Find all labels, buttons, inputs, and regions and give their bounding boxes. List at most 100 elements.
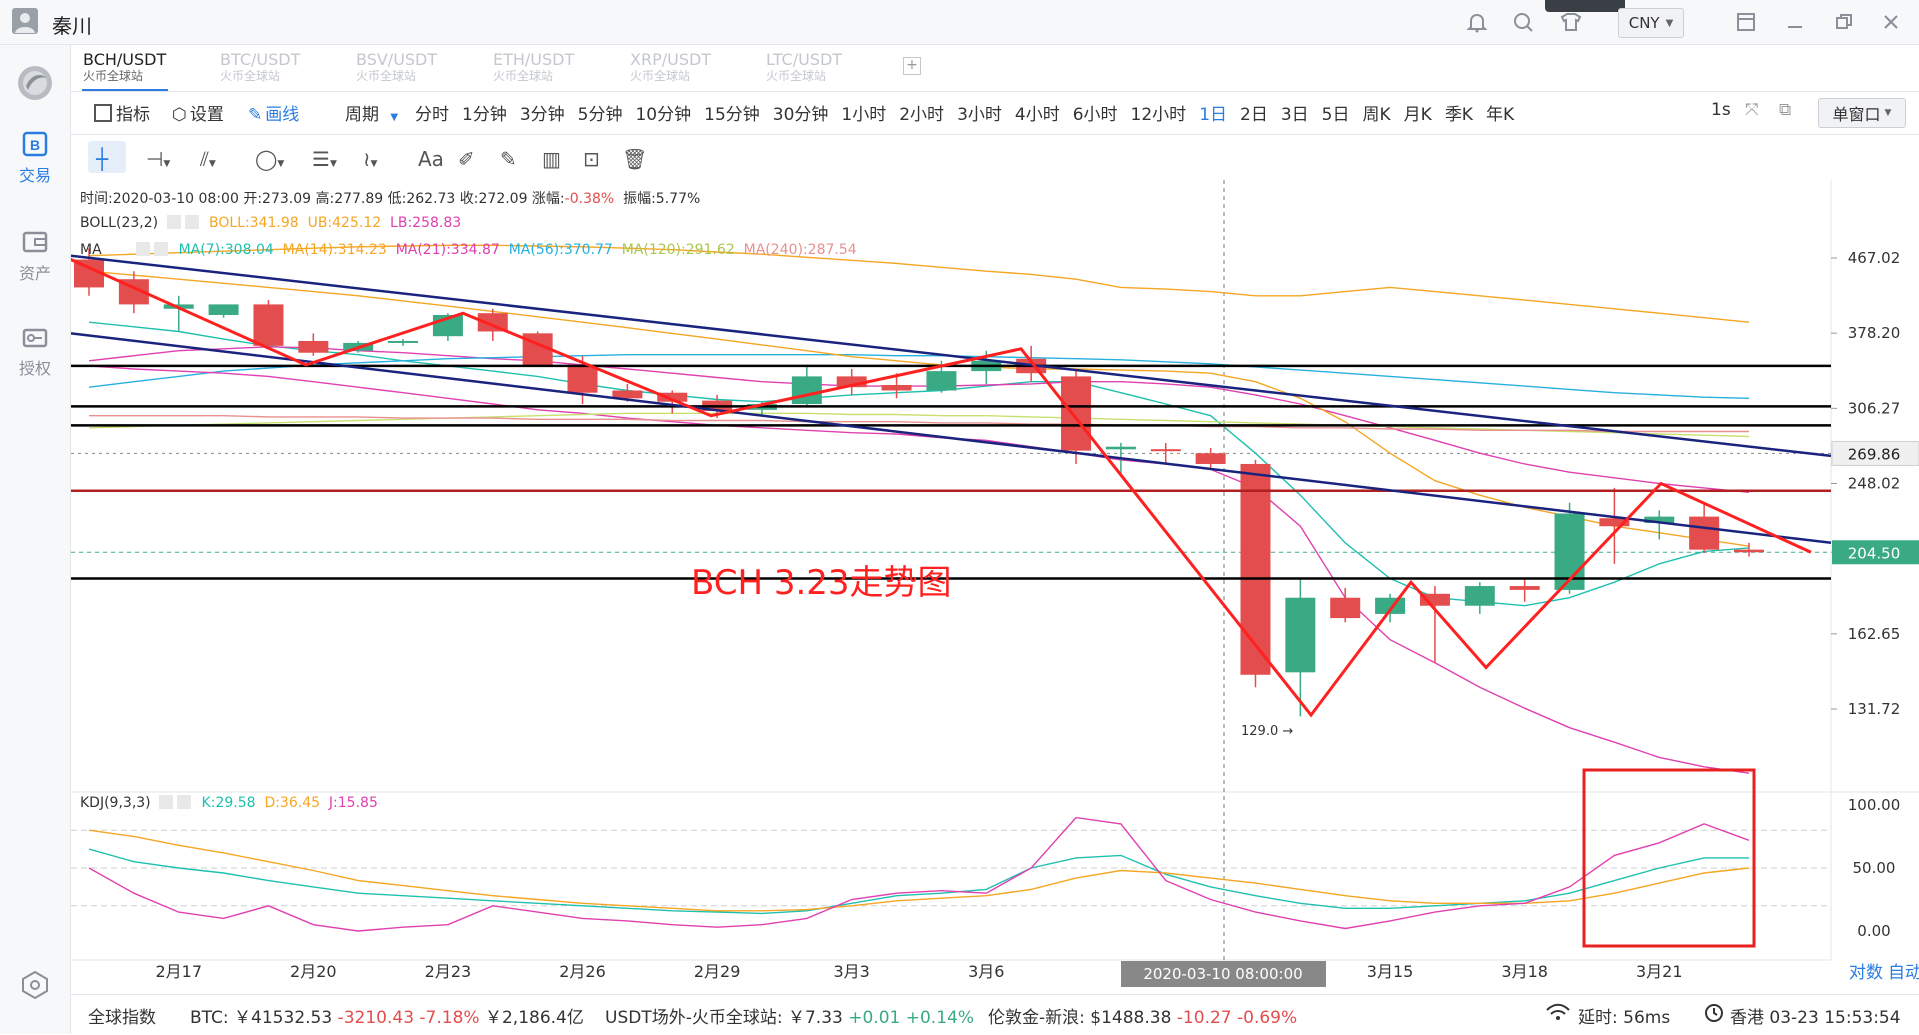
current-marker-label: 269.86 [1848,445,1901,463]
ma120-value: MA(120):291.62 [621,242,735,258]
interval-5[interactable]: 15分钟 [704,105,760,125]
wave-tool-icon[interactable]: ≀▼ [363,147,377,171]
eraser-tool-icon[interactable]: ✎ [500,147,517,171]
global-index-link[interactable]: 全球指数 [88,1003,156,1028]
interval-13[interactable]: 1日 [1199,105,1227,125]
ruler-tool-icon[interactable]: ✐ [458,147,475,171]
x-axis-label: 2月17 [155,962,202,981]
close-icon[interactable] [154,242,169,256]
tab-xrp-usdt[interactable]: XRP/USDT 火币全球站 [630,50,760,84]
sidebar-item-label: 资产 [18,264,51,283]
interval-7[interactable]: 1小时 [841,105,886,125]
window-mode-select[interactable]: 单窗口 ▼ [1818,98,1906,128]
interval-15[interactable]: 3日 [1281,105,1309,125]
interval-11[interactable]: 6小时 [1073,105,1118,125]
fibonacci-tool-icon[interactable]: ☰▼ [312,147,337,171]
interval-6[interactable]: 30分钟 [773,105,829,125]
candle-info: 时间:2020-03-10 08:00 开:273.09 高:277.89 低:… [80,188,700,208]
price-chart[interactable]: BCH 3.23走势图 129.0 → 467.02 378.20 306.27 248.… [71,180,1919,994]
eye-icon[interactable] [159,795,174,809]
interval-19[interactable]: 季K [1445,105,1473,125]
bar-pattern-tool-icon[interactable]: ▥ [542,147,561,171]
sidebar-item-assets[interactable]: 资产 [0,228,70,284]
tab-bsv-usdt[interactable]: BSV/USDT 火币全球站 [356,50,486,84]
sidebar-item-authorize[interactable]: 授权 [0,323,70,379]
btc-change: -3210.43 -7.18% [337,1008,480,1028]
layout-icon[interactable] [1731,7,1761,37]
interval-8[interactable]: 2小时 [899,105,944,125]
series-line-ma21 [88,346,1750,493]
price-tick-label: 467.02 [1848,249,1901,267]
tab-exchange-name: 火币全球站 [493,69,554,83]
circle-tool-icon[interactable]: ◯▼ [255,147,284,171]
interval-1[interactable]: 1分钟 [462,105,507,125]
candle-body [253,304,284,346]
currency-value: CNY [1628,14,1660,32]
gear-icon: ⬡ [172,105,187,125]
key-icon [22,328,48,348]
wallet-icon [22,231,48,253]
kdj-tick-label: 100.00 [1848,796,1901,814]
sidebar-item-trade[interactable]: B 交易 [0,130,70,186]
interval-17[interactable]: 周K [1363,105,1391,125]
popout-icon[interactable]: ⧉ [1779,100,1791,120]
refresh-rate[interactable]: 1s [1711,100,1731,120]
interval-12[interactable]: 12小时 [1131,105,1187,125]
interval-18[interactable]: 月K [1404,105,1432,125]
interval-9[interactable]: 3小时 [957,105,1002,125]
ma14-value: MA(14):314.23 [282,242,387,258]
search-icon[interactable] [1508,7,1538,37]
btc-price: BTC: ￥41532.53 [190,1008,333,1028]
series-line-boll [88,270,1750,547]
user-avatar-icon[interactable] [12,8,38,34]
tab-exchange-name: 火币全球站 [220,69,281,83]
close-icon[interactable] [1876,7,1906,37]
interval-3[interactable]: 5分钟 [578,105,623,125]
interval-20[interactable]: 年K [1486,105,1514,125]
restore-icon[interactable] [1829,7,1859,37]
trash-icon[interactable]: 🗑 [622,147,647,171]
fullscreen-icon[interactable]: ⤧ [1745,100,1759,120]
currency-select[interactable]: CNY ▼ [1618,8,1684,38]
price-tick-label: 162.65 [1848,625,1901,643]
interval-16[interactable]: 5日 [1322,105,1350,125]
interval-0[interactable]: 分时 [415,105,449,125]
tab-bch-usdt[interactable]: BCH/USDT 火币全球站 [83,50,213,84]
close-icon[interactable] [177,795,192,809]
indicator-button[interactable]: 指标 [94,100,150,125]
crosshair-label: 2020-03-10 08:00:00 [1143,965,1302,983]
text-tool-icon[interactable]: Aa [418,147,444,171]
bell-icon[interactable] [1462,7,1492,37]
interval-14[interactable]: 2日 [1240,105,1268,125]
tab-exchange-name: 火币全球站 [630,69,691,83]
tab-btc-usdt[interactable]: BTC/USDT 火币全球站 [220,50,350,84]
interval-10[interactable]: 4小时 [1015,105,1060,125]
ma-info: MA MA(7):308.04 MA(14):314.23 MA(21):334… [80,242,857,258]
x-axis-label: 3月6 [968,962,1004,981]
interval-4[interactable]: 10分钟 [635,105,691,125]
log-scale-toggle[interactable]: 对数 [1849,963,1883,983]
period-dropdown[interactable]: 周期 ▼ [345,100,398,125]
tab-ltc-usdt[interactable]: LTC/USDT 火币全球站 [766,50,896,84]
horizontal-line-tool-icon[interactable]: ⊣▼ [146,147,170,171]
settings-button[interactable]: ⬡ 设置 [172,100,224,125]
lock-tool-icon[interactable]: ⊡ [583,147,600,171]
minimize-icon[interactable] [1780,7,1810,37]
skin-icon[interactable] [1556,7,1586,37]
add-tab-button[interactable]: + [903,57,921,75]
trendline-tool-icon[interactable]: ⫽▼ [200,147,216,171]
draw-button[interactable]: ✎ 画线 [248,100,299,125]
settings-hex-icon[interactable] [20,970,50,1000]
kdj-line-j [88,816,1750,932]
eye-icon[interactable] [166,215,181,229]
eye-icon[interactable] [136,242,151,256]
auto-scale-toggle[interactable]: 自动 [1888,963,1919,983]
crosshair-tool-icon[interactable]: ┼ [96,147,108,171]
close-icon[interactable] [184,215,199,229]
chevron-down-icon: ▼ [1884,108,1892,118]
sidebar-item-label: 交易 [18,166,51,185]
candle-body [1105,446,1136,450]
price-tick-label: 248.02 [1848,475,1901,493]
interval-2[interactable]: 3分钟 [520,105,565,125]
tab-eth-usdt[interactable]: ETH/USDT 火币全球站 [493,50,623,84]
